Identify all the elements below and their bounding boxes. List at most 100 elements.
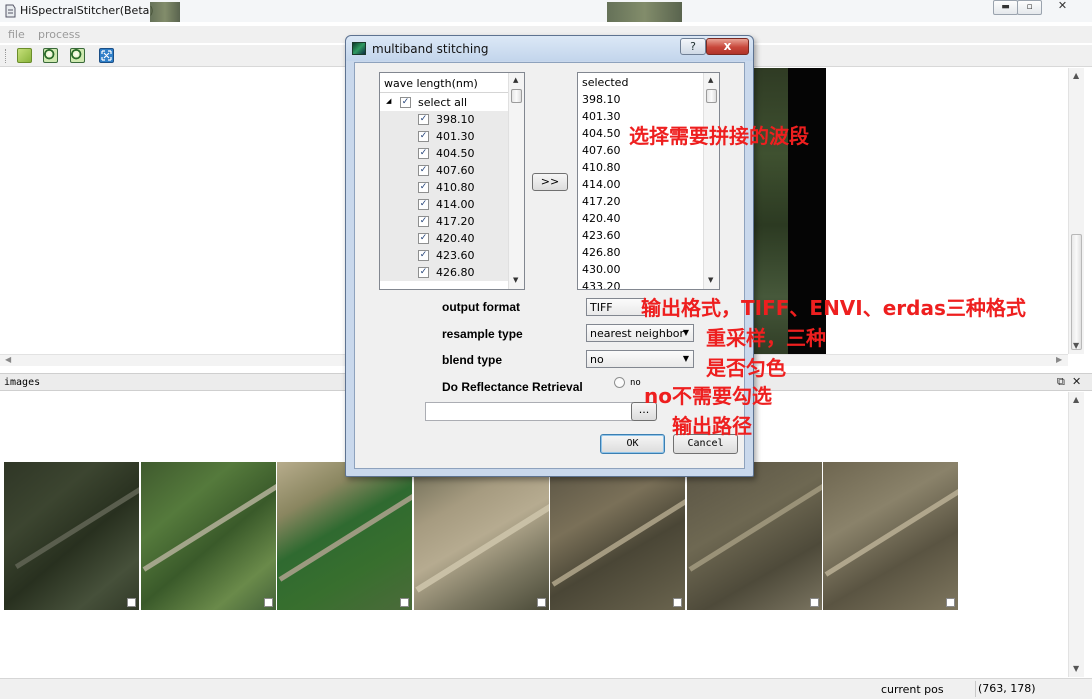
- wavelength-checkbox[interactable]: ✓: [418, 267, 429, 278]
- dialog-app-icon: [352, 42, 366, 55]
- wavelength-checkbox[interactable]: ✓: [418, 182, 429, 193]
- wavelength-item[interactable]: ✓ 426.80: [380, 264, 508, 281]
- ok-button[interactable]: OK: [600, 434, 665, 454]
- close-window-button[interactable]: ✕: [1041, 0, 1084, 15]
- list-item[interactable]: 407.60: [582, 144, 621, 157]
- select-all-checkbox[interactable]: ✓: [400, 97, 411, 108]
- zoom-out-icon[interactable]: [70, 48, 85, 63]
- wavelength-item[interactable]: ✓ 414.00: [380, 196, 508, 213]
- current-pos-label: current pos: [881, 683, 944, 696]
- thumbnail-image[interactable]: [4, 462, 139, 610]
- tree-scrollbar[interactable]: ▲ ▼: [508, 73, 524, 289]
- wavelength-item[interactable]: ✓ 398.10: [380, 111, 508, 128]
- wavelength-checkbox[interactable]: ✓: [418, 148, 429, 159]
- wavelength-checkbox[interactable]: ✓: [418, 131, 429, 142]
- close-panel-icon[interactable]: ✕: [1072, 375, 1081, 388]
- thumbnail-checkbox[interactable]: [946, 598, 955, 607]
- thumbnail-image[interactable]: [277, 462, 412, 610]
- list-item[interactable]: 414.00: [582, 178, 621, 191]
- wavelength-checkbox[interactable]: ✓: [418, 233, 429, 244]
- list-item[interactable]: 433.20: [582, 280, 621, 289]
- help-button[interactable]: ?: [680, 38, 706, 55]
- scroll-up-icon[interactable]: ▲: [1073, 71, 1079, 80]
- thumbnail-checkbox[interactable]: [264, 598, 273, 607]
- open-folder-icon[interactable]: [17, 48, 32, 63]
- list-item[interactable]: 417.20: [582, 195, 621, 208]
- wavelength-checkbox[interactable]: ✓: [418, 165, 429, 176]
- zoom-in-icon[interactable]: [43, 48, 58, 63]
- wavelength-checkbox[interactable]: ✓: [418, 199, 429, 210]
- list-item[interactable]: 426.80: [582, 246, 621, 259]
- thumbnail-image[interactable]: [414, 462, 549, 610]
- scroll-left-icon[interactable]: ◀: [5, 355, 11, 364]
- wavelength-item[interactable]: ✓ 401.30: [380, 128, 508, 145]
- blend-type-value: no: [590, 353, 604, 366]
- add-bands-button[interactable]: >>: [532, 173, 568, 191]
- scrollbar-thumb[interactable]: [511, 89, 522, 103]
- scroll-down-icon[interactable]: ▼: [708, 276, 713, 284]
- wavelength-item[interactable]: ✓ 404.50: [380, 145, 508, 162]
- maximize-icon: ▫: [1026, 2, 1033, 12]
- scroll-up-icon[interactable]: ▲: [513, 76, 518, 84]
- thumbnail-image[interactable]: [687, 462, 822, 610]
- scrollbar-thumb[interactable]: [1071, 234, 1082, 350]
- wavelength-item[interactable]: ✓ 410.80: [380, 179, 508, 196]
- wavelength-item[interactable]: ✓ 423.60: [380, 247, 508, 264]
- thumbnail-checkbox[interactable]: [673, 598, 682, 607]
- list-item[interactable]: 398.10: [582, 93, 621, 106]
- close-icon: ✕: [1057, 0, 1068, 12]
- title-bar: HiSpectralStitcher(Beta) ▬ ▫ ✕: [0, 0, 1092, 22]
- scroll-right-icon[interactable]: ▶: [1056, 355, 1062, 364]
- status-bar: current pos (763, 178): [0, 678, 1092, 699]
- scroll-up-icon[interactable]: ▲: [708, 76, 713, 84]
- wavelength-checkbox[interactable]: ✓: [418, 216, 429, 227]
- float-panel-icon[interactable]: ⧉: [1057, 375, 1065, 389]
- minimize-button[interactable]: ▬: [993, 0, 1018, 15]
- list-item[interactable]: 420.40: [582, 212, 621, 225]
- scroll-down-icon[interactable]: ▼: [513, 276, 518, 284]
- scroll-down-icon[interactable]: ▼: [1073, 664, 1079, 673]
- reflectance-no-radio[interactable]: [614, 377, 625, 388]
- wavelength-label: 414.00: [436, 198, 475, 211]
- select-all-row[interactable]: ◢ ✓ select all: [380, 94, 508, 111]
- thumbnail-image[interactable]: [823, 462, 958, 610]
- wavelength-item[interactable]: ✓ 420.40: [380, 230, 508, 247]
- selected-scrollbar[interactable]: ▲ ▼: [703, 73, 719, 289]
- list-item[interactable]: 423.60: [582, 229, 621, 242]
- maximize-button[interactable]: ▫: [1017, 0, 1042, 15]
- list-item[interactable]: 404.50: [582, 127, 621, 140]
- annotation-path: 输出路径: [672, 414, 752, 438]
- list-item[interactable]: 430.00: [582, 263, 621, 276]
- scrollbar-thumb[interactable]: [706, 89, 717, 103]
- thumbnail-checkbox[interactable]: [127, 598, 136, 607]
- thumbnail-checkbox[interactable]: [537, 598, 546, 607]
- thumbnail-checkbox[interactable]: [400, 598, 409, 607]
- blend-type-select[interactable]: no ▼: [586, 350, 694, 368]
- fit-window-icon[interactable]: [99, 48, 114, 63]
- chevron-down-icon: ▼: [682, 328, 689, 337]
- list-item[interactable]: 401.30: [582, 110, 621, 123]
- wavelength-checkbox[interactable]: ✓: [418, 114, 429, 125]
- dialog-close-button[interactable]: x: [706, 38, 749, 55]
- toolbar-grip[interactable]: [5, 49, 7, 63]
- output-format-select[interactable]: TIFF: [586, 298, 646, 316]
- wavelength-item[interactable]: ✓ 417.20: [380, 213, 508, 230]
- resample-type-select[interactable]: nearest neighbor ▼: [586, 324, 694, 342]
- menu-file[interactable]: file: [8, 28, 25, 41]
- wavelength-item[interactable]: ✓ 407.60: [380, 162, 508, 179]
- thumbnail-image[interactable]: [550, 462, 685, 610]
- output-path-input[interactable]: [425, 402, 633, 421]
- annotation-format: 输出格式，TIFF、ENVI、erdas三种格式: [641, 296, 1026, 320]
- list-item[interactable]: 410.80: [582, 161, 621, 174]
- thumbnail-checkbox[interactable]: [810, 598, 819, 607]
- wavelength-checkbox[interactable]: ✓: [418, 250, 429, 261]
- app-icon: [5, 4, 16, 18]
- canvas-vertical-scrollbar[interactable]: ▲ ▼: [1068, 68, 1084, 354]
- scroll-down-icon[interactable]: ▼: [1073, 341, 1079, 350]
- scroll-up-icon[interactable]: ▲: [1073, 395, 1079, 404]
- images-vertical-scrollbar[interactable]: ▲ ▼: [1068, 392, 1084, 677]
- thumbnail-image[interactable]: [141, 462, 276, 610]
- collapse-icon[interactable]: ◢: [386, 97, 391, 105]
- menu-process[interactable]: process: [38, 28, 80, 41]
- dialog-title-bar[interactable]: multiband stitching ? x: [346, 36, 753, 61]
